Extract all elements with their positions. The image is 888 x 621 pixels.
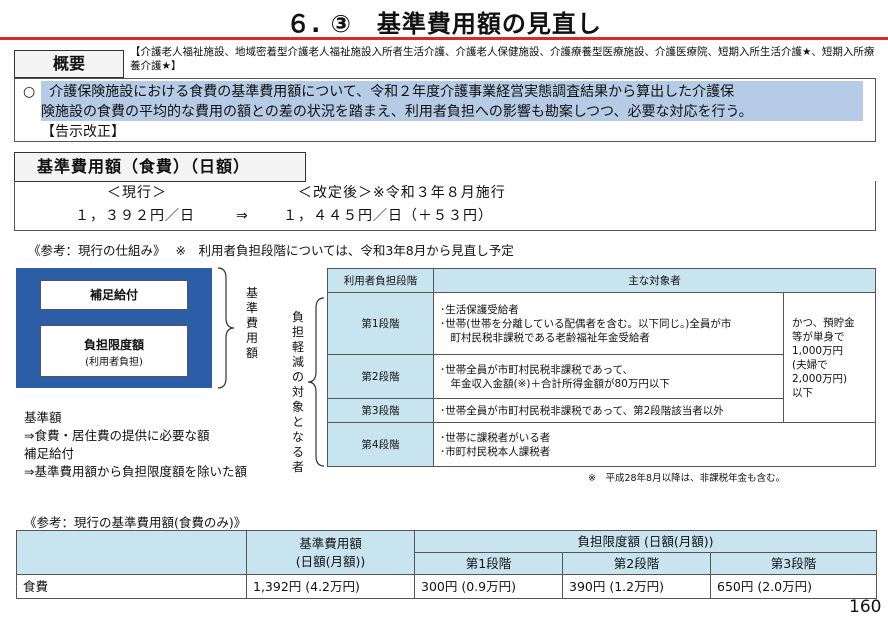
kijun-note-line-1: 基準額 <box>24 410 62 425</box>
title-underline <box>0 37 888 40</box>
stage-4-level: 第4段階 <box>327 422 434 467</box>
kijun-note-line-2: ⇒食費・居住費の提供に必要な額 <box>24 428 210 443</box>
asset-line: かつ、預貯金 <box>792 316 855 329</box>
cost-header-blank <box>16 530 247 575</box>
revised-value: １，４４５円／日（＋５３円） <box>283 208 493 224</box>
burden-stage-table: 利用者負担段階 主な対象者 第1段階 ･生活保護受給者 ･世帯(世帯を分離してい… <box>327 268 876 467</box>
cost-header-stage-1: 第1段階 <box>414 552 563 575</box>
reference-1-title: 《参考：現行の仕組み》 <box>28 243 166 258</box>
reference-2-title: 《参考：現行の基準費用額(食費のみ)》 <box>24 515 247 530</box>
stage-4-target-line: ･市町村民税本人課税者 <box>440 445 551 458</box>
overview-summary-box: ○ 介護保険施設における食費の基準費用額について、令和２年度介護事業経営実態調査… <box>14 78 876 142</box>
summary-line-2: 険施設の食費の平均的な費用の額との差の状況を踏まえ、利用者負担への影響も勘案しつ… <box>41 104 753 120</box>
current-label: ＜現行＞ <box>107 185 167 201</box>
kijun-brace-icon <box>217 267 235 389</box>
stage-1-target-line: ･世帯(世帯を分離している配偶者を含む。以下同じ。)全員が市 <box>440 317 732 330</box>
cost-stage-2-value: 390円 (1.2万円) <box>562 574 711 599</box>
change-arrow: ⇒ <box>236 208 249 224</box>
cost-header-stage-2: 第2段階 <box>562 552 711 575</box>
revised-label: ＜改定後＞※令和３年８月施行 <box>298 185 506 201</box>
asset-line: 1,000万円 <box>792 344 844 357</box>
cost-stage-3-value: 650円 (2.0万円) <box>710 574 877 599</box>
asset-line: 等が単身で <box>792 330 845 343</box>
burden-limit-label: 負担限度額 <box>83 338 144 352</box>
target-facilities: 【介護老人福祉施設、地域密着型介護老人福祉施設入所者生活介護、介護老人保健施設、… <box>130 46 875 72</box>
burden-limit-box: 負担限度額 (利用者負担) <box>40 325 188 377</box>
stage-4-target: ･世帯に課税者がいる者 ･市町村民税本人課税者 <box>433 422 876 467</box>
kijun-note-line-4: ⇒基準費用額から負担限度額を除いた額 <box>24 464 247 479</box>
reference-1-note: ※ 利用者負担段階については、令和3年8月から見直し予定 <box>175 243 514 258</box>
asset-line: 2,000万円) <box>792 372 848 385</box>
page-number: 160 <box>849 597 882 617</box>
stage-table-footnote: ※ 平成28年8月以降は、非課税年金も含む。 <box>588 473 786 484</box>
target-vertical-label: 負担軽減の対象となる者 <box>291 310 304 474</box>
asset-line: (夫婦で <box>792 358 828 371</box>
stage-1-level: 第1段階 <box>327 292 434 355</box>
burden-limit-sublabel: (利用者負担) <box>85 357 143 368</box>
stage-header-level: 利用者負担段階 <box>327 268 434 293</box>
cost-header-stage-3: 第3段階 <box>710 552 877 575</box>
stage-1-target-line: 町村民税非課税である老齢福祉年金受給者 <box>440 331 650 344</box>
cost-header-kijun: 基準費用額 (日額(月額)) <box>246 530 415 575</box>
stage-2-level: 第2段階 <box>327 354 434 399</box>
kijun-note-line-3: 補足給付 <box>24 446 75 461</box>
overview-summary-text[interactable]: ○ 介護保険施設における食費の基準費用額について、令和２年度介護事業経営実態調査… <box>23 82 871 142</box>
overview-label: 概要 <box>14 50 124 78</box>
kijun-section-header: 基準費用額（食費）（日額） <box>14 152 306 182</box>
stage-3-level: 第3段階 <box>327 398 434 423</box>
supplementary-benefit-box: 補足給付 <box>40 280 188 310</box>
current-cost-table: 基準費用額 (日額(月額)) 負担限度額 (日額(月額)) 第1段階 第2段階 … <box>16 530 877 599</box>
cost-header-kijun-line: (日額(月額)) <box>295 553 366 569</box>
stage-2-target-line: 年金収入金額(※)＋合計所得金額が80万円以下 <box>440 377 670 390</box>
kijun-vertical-label: 基準費用額 <box>245 286 258 360</box>
cost-header-limit: 負担限度額 (日額(月額)) <box>414 530 877 553</box>
summary-line-1: ○ 介護保険施設における食費の基準費用額について、令和２年度介護事業経営実態調査… <box>23 84 735 100</box>
stage-header-target: 主な対象者 <box>433 268 876 293</box>
kijun-section-box: ＜現行＞ ＜改定後＞※令和３年８月施行 １，３９２円／日 ⇒ １，４４５円／日（… <box>14 181 876 231</box>
stage-2-target: ･世帯全員が市町村民税非課税であって、 年金収入金額(※)＋合計所得金額が80万… <box>433 354 784 399</box>
stage-1-target: ･生活保護受給者 ･世帯(世帯を分離している配偶者を含む。以下同じ。)全員が市 … <box>433 292 784 355</box>
current-value: １，３９２円／日 <box>75 208 195 224</box>
stage-4-target-line: ･世帯に課税者がいる者 <box>440 431 551 444</box>
target-brace-icon <box>307 297 325 467</box>
reference-1-heading: 《参考：現行の仕組み》 ※ 利用者負担段階については、令和3年8月から見直し予定 <box>28 240 514 259</box>
stage-3-target: ･世帯全員が市町村民税非課税であって、第2段階該当者以外 <box>433 398 784 423</box>
cost-header-kijun-line: 基準費用額 <box>299 535 362 551</box>
asset-condition: かつ、預貯金 等が単身で 1,000万円 (夫婦で 2,000万円) 以下 <box>783 292 876 423</box>
kijun-explanation: 基準額 ⇒食費・居住費の提供に必要な額 補足給付 ⇒基準費用額から負担限度額を除… <box>24 409 247 481</box>
cost-row-label: 食費 <box>16 574 247 599</box>
stage-1-target-line: ･生活保護受給者 <box>440 303 519 316</box>
page-title: ６. ③ 基準費用額の見直し <box>286 10 602 38</box>
stage-2-target-line: ･世帯全員が市町村民税非課税であって、 <box>440 363 634 376</box>
summary-line-3: 【告示改正】 <box>41 124 125 140</box>
asset-line: 以下 <box>792 386 813 399</box>
cost-stage-1-value: 300円 (0.9万円) <box>414 574 563 599</box>
cost-kijun-value: 1,392円 (4.2万円) <box>246 574 415 599</box>
